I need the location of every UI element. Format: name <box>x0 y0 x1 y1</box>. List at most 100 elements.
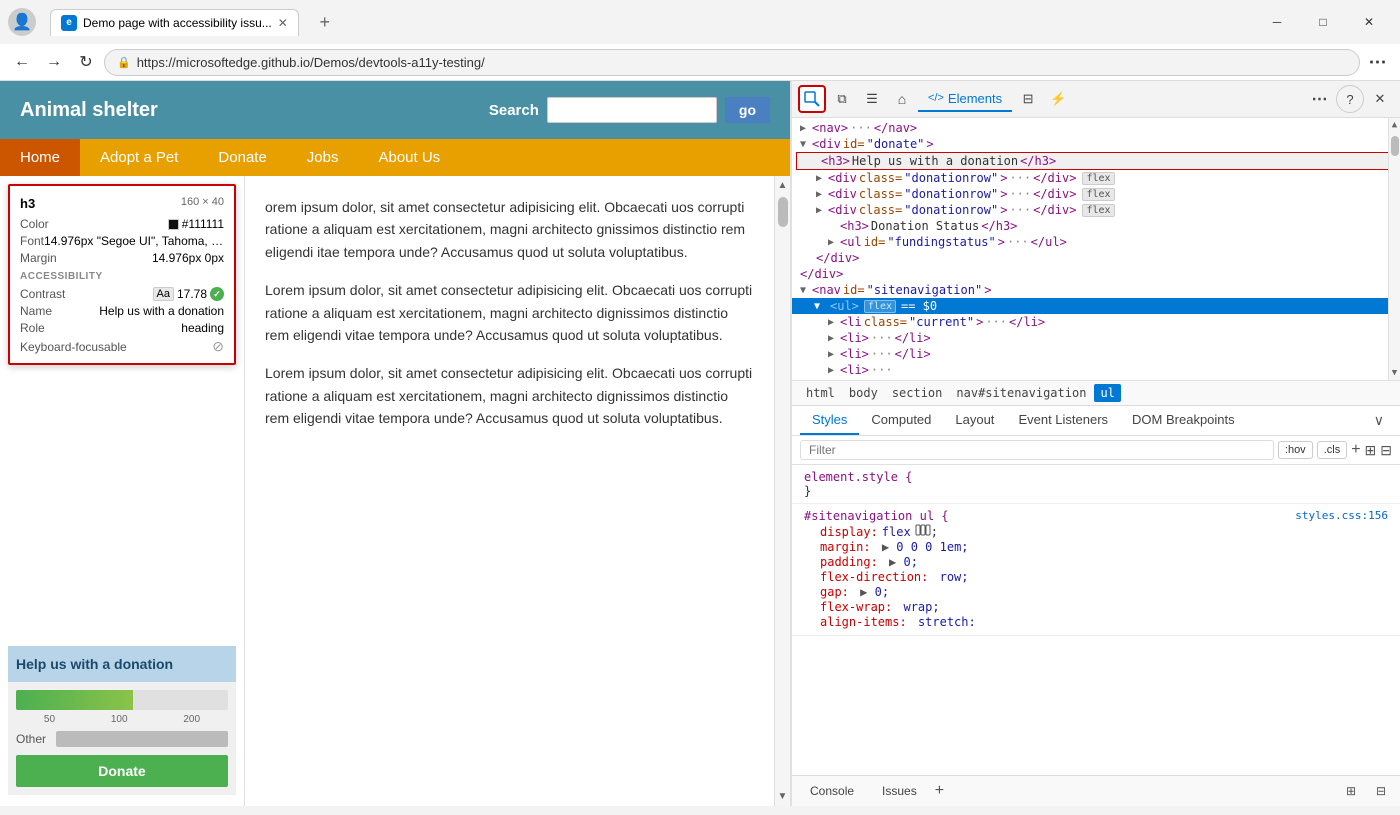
dom-line-close-div2[interactable]: </div> <box>792 266 1400 282</box>
styles-copy-icon[interactable]: ⊞ <box>1365 442 1377 459</box>
dom-line-div-donate[interactable]: ▼ <div id= "donate" > <box>792 136 1400 152</box>
dom-line-li2[interactable]: ▶ <li> ··· </li> <box>792 330 1400 346</box>
console-drawer-button[interactable]: ☰ <box>858 85 886 113</box>
flex-visual-icon <box>915 524 931 539</box>
dom-scroll-up-btn[interactable]: ▲ <box>1390 118 1399 132</box>
tooltip-name-value: Help us with a donation <box>99 304 224 318</box>
address-bar[interactable]: 🔒 https://microsoftedge.github.io/Demos/… <box>104 49 1360 76</box>
style-prop-display: display: flex ; <box>804 524 1388 539</box>
dom-scroll-thumb-inner[interactable] <box>1391 136 1399 156</box>
dom-h3-tag-open: <h3> <box>821 154 850 168</box>
styles-expand-icon[interactable]: ∨ <box>1366 406 1392 435</box>
dom-line-donrow3[interactable]: ▶ <div class= "donationrow" > ··· </div>… <box>792 202 1400 218</box>
user-avatar[interactable]: 👤 <box>8 8 36 36</box>
tab-event-listeners[interactable]: Event Listeners <box>1006 406 1120 435</box>
dom-tag: <div <box>812 137 841 151</box>
site-logo: Animal shelter <box>20 99 158 122</box>
dom-close-tag: </nav> <box>874 121 917 135</box>
window-controls: ─ □ ✕ <box>1254 6 1392 38</box>
nav-about[interactable]: About Us <box>358 139 460 176</box>
style-close-element: } <box>804 484 1388 498</box>
styles-filter-input[interactable] <box>800 440 1274 460</box>
dom-line-h3-donatestatus[interactable]: <h3> Donation Status </h3> <box>792 218 1400 234</box>
dom-line-ul-selected[interactable]: ▼ <ul> flex == $0 <box>792 298 1400 314</box>
tab-layout[interactable]: Layout <box>943 406 1006 435</box>
styles-more-icon[interactable]: ⊟ <box>1380 442 1392 459</box>
scroll-up-arrow[interactable]: ▲ <box>776 178 790 193</box>
styles-filter-bar: :hov .cls + ⊞ ⊟ <box>792 436 1400 465</box>
lock-icon: 🔒 <box>117 56 131 69</box>
dom-scroll-down-btn[interactable]: ▼ <box>1390 366 1399 380</box>
bc-html[interactable]: html <box>800 384 841 402</box>
search-go-button[interactable]: go <box>725 97 770 123</box>
scroll-down-arrow[interactable]: ▼ <box>776 789 790 804</box>
devtools-home-button[interactable]: ⌂ <box>888 85 916 113</box>
bc-ul[interactable]: ul <box>1094 384 1120 402</box>
bc-section[interactable]: section <box>886 384 949 402</box>
devtools-dock-button[interactable]: ⊞ <box>1340 780 1362 802</box>
dom-line-li4[interactable]: ▶ <li> ··· <box>792 362 1400 378</box>
donation-status-section: Donation Status Dogs Cats Farm Animals <box>0 803 244 806</box>
dom-tag-close: > <box>926 137 933 151</box>
tab-issues[interactable]: Issues <box>872 780 927 802</box>
tab-title: Demo page with accessibility issu... <box>83 16 272 30</box>
close-window-button[interactable]: ✕ <box>1346 6 1392 38</box>
tab-sources[interactable]: ⊟ <box>1014 85 1042 113</box>
flex-badge-1: flex <box>1082 172 1114 185</box>
devtools-close-button[interactable]: ✕ <box>1366 85 1394 113</box>
tab-styles[interactable]: Styles <box>800 406 859 435</box>
inspect-element-button[interactable] <box>798 85 826 113</box>
pseudo-hov-button[interactable]: :hov <box>1278 441 1313 459</box>
bc-nav[interactable]: nav#sitenavigation <box>950 384 1092 402</box>
dom-line-nav[interactable]: ▶ <nav> ··· </nav> <box>792 120 1400 136</box>
tooltip-element-size: 160 × 40 <box>181 196 224 211</box>
nav-home[interactable]: Home <box>0 139 80 176</box>
devtools-more-button[interactable]: ⋯ <box>1306 85 1334 113</box>
style-source-link[interactable]: styles.css:156 <box>1295 509 1388 523</box>
back-button[interactable]: ← <box>8 48 36 76</box>
dom-line-donrow1[interactable]: ▶ <div class= "donationrow" > ··· </div>… <box>792 170 1400 186</box>
tab-elements[interactable]: </> Elements <box>918 87 1012 112</box>
add-panel-button[interactable]: + <box>935 782 944 800</box>
style-prop-flex-wrap: flex-wrap: wrap; <box>804 600 1388 614</box>
dom-line-h3[interactable]: <h3> Help us with a donation </h3> <box>796 152 1396 170</box>
refresh-button[interactable]: ↻ <box>72 48 100 76</box>
flex-badge-2: flex <box>1082 188 1114 201</box>
donate-button[interactable]: Donate <box>16 755 228 787</box>
devtools-undock-button[interactable]: ⊟ <box>1370 780 1392 802</box>
bc-body[interactable]: body <box>843 384 884 402</box>
devtools-help-button[interactable]: ? <box>1336 85 1364 113</box>
website-scrollbar[interactable]: ▲ ▼ <box>774 176 790 806</box>
tab-close-icon[interactable]: ✕ <box>278 16 288 30</box>
dom-line-ul-funding[interactable]: ▶ <ul id= "fundingstatus" > ··· </ul> <box>792 234 1400 250</box>
dom-line-li3[interactable]: ▶ <li> ··· </li> <box>792 346 1400 362</box>
forward-button[interactable]: → <box>40 48 68 76</box>
nav-jobs[interactable]: Jobs <box>287 139 359 176</box>
device-toolbar-button[interactable]: ⧉ <box>828 85 856 113</box>
add-tab-button[interactable]: + <box>311 8 339 36</box>
nav-adopt[interactable]: Adopt a Pet <box>80 139 198 176</box>
tab-dom-breakpoints[interactable]: DOM Breakpoints <box>1120 406 1247 435</box>
active-tab[interactable]: e Demo page with accessibility issu... ✕ <box>50 9 299 36</box>
devtools-toolbar: ⧉ ☰ ⌂ </> Elements ⊟ ⚡ ⋯ ? ✕ <box>792 81 1400 118</box>
dom-line-close-div1[interactable]: </div> <box>792 250 1400 266</box>
search-input[interactable] <box>547 97 717 123</box>
tooltip-margin-label: Margin <box>20 251 57 265</box>
tab-network[interactable]: ⚡ <box>1044 85 1072 113</box>
other-bar <box>56 731 228 747</box>
more-options-button[interactable]: ⋯ <box>1364 48 1392 76</box>
maximize-button[interactable]: □ <box>1300 6 1346 38</box>
minimize-button[interactable]: ─ <box>1254 6 1300 38</box>
pseudo-cls-button[interactable]: .cls <box>1317 441 1348 459</box>
styles-add-icon[interactable]: + <box>1351 441 1360 459</box>
dom-line-li1[interactable]: ▶ <li class= "current" > ··· </li> <box>792 314 1400 330</box>
nav-donate[interactable]: Donate <box>198 139 286 176</box>
tab-computed[interactable]: Computed <box>859 406 943 435</box>
scroll-thumb[interactable] <box>778 197 788 227</box>
tab-console[interactable]: Console <box>800 780 864 802</box>
main-content: orem ipsum dolor, sit amet consectetur a… <box>245 176 774 806</box>
tooltip-role-label: Role <box>20 321 45 335</box>
dom-line-donrow2[interactable]: ▶ <div class= "donationrow" > ··· </div>… <box>792 186 1400 202</box>
dom-line-nav-sitenav[interactable]: ▼ <nav id= "sitenavigation" > <box>792 282 1400 298</box>
tooltip-accessibility-section: ACCESSIBILITY Contrast Aa 17.78 ✓ N <box>20 271 224 355</box>
